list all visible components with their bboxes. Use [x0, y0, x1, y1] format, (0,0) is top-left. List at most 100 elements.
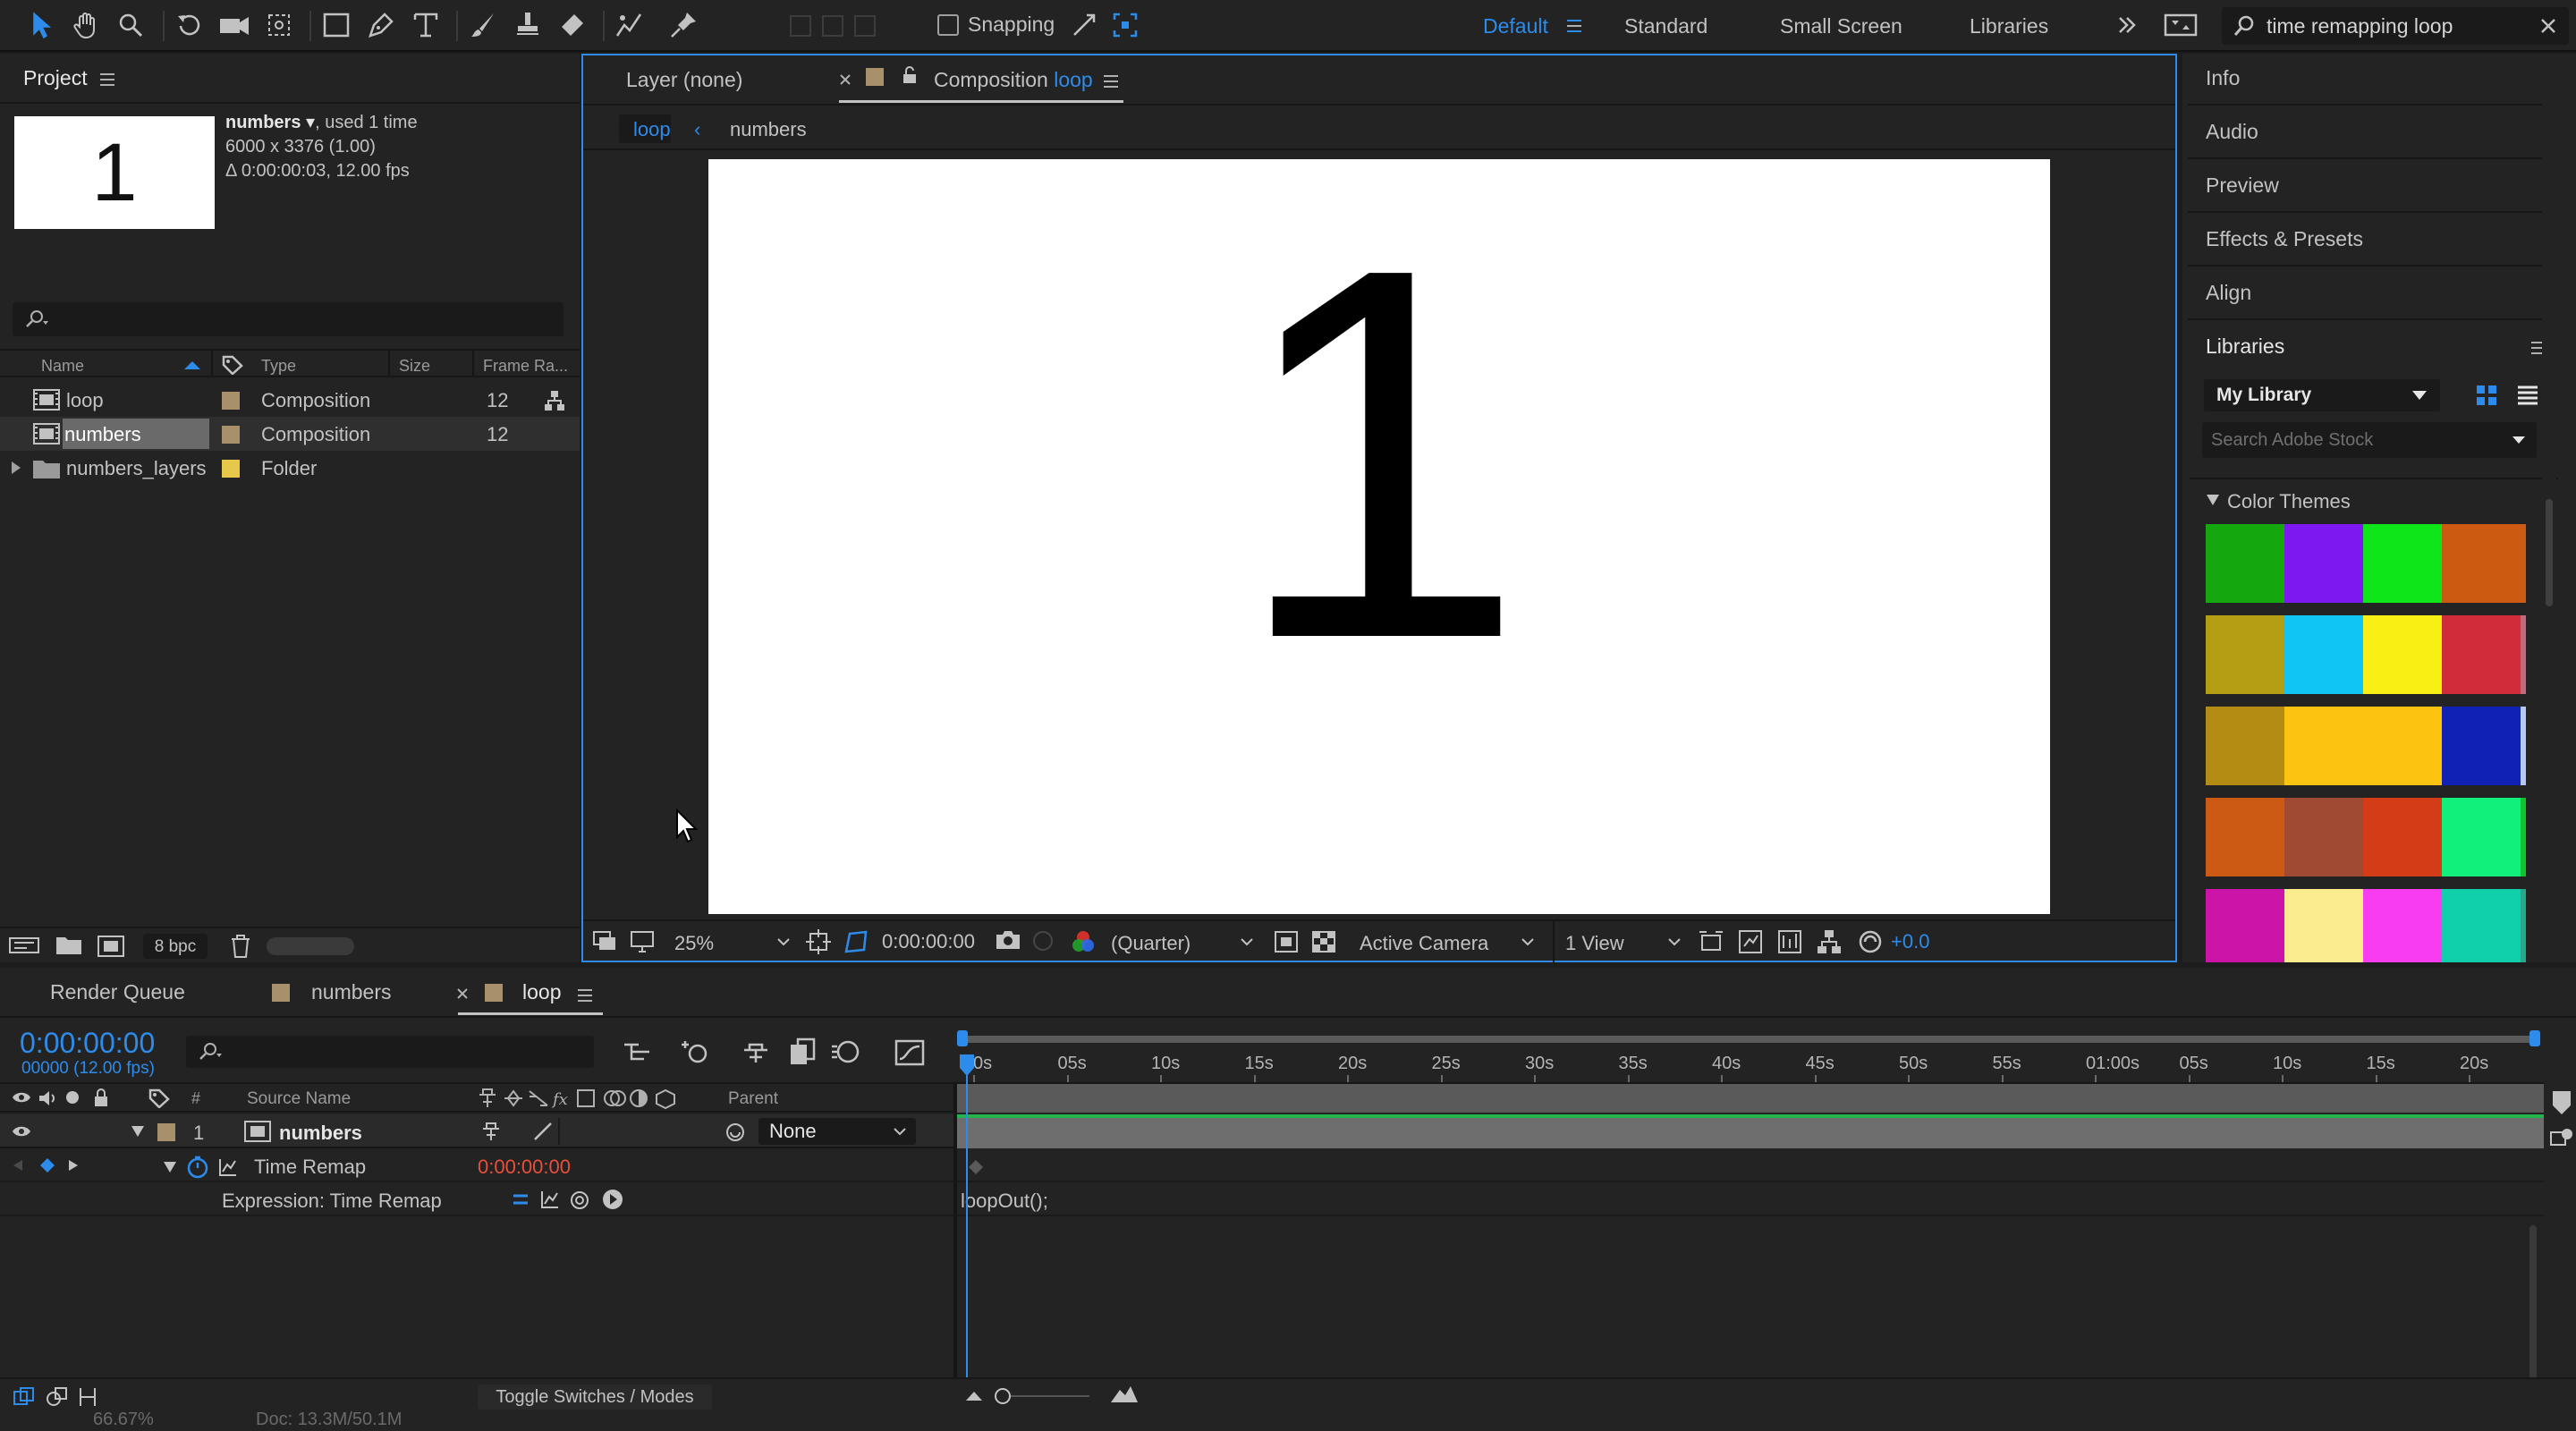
timeline-current-time[interactable]: 0:00:00:00 [20, 1027, 155, 1060]
color-theme-swatch[interactable] [2206, 889, 2284, 962]
puppet-pin-tool-icon[interactable] [665, 7, 701, 43]
collapse-arrow-icon[interactable] [2206, 494, 2220, 506]
prev-keyframe-icon[interactable] [13, 1159, 23, 1172]
parent-dropdown[interactable]: None [758, 1118, 916, 1145]
help-search-box[interactable]: time remapping loop [2222, 7, 2569, 45]
current-time-display[interactable]: 0:00:00:00 [882, 930, 975, 953]
label-color-swatch[interactable] [222, 460, 240, 478]
fit-frame-icon[interactable] [805, 928, 832, 955]
label-tag-icon[interactable] [148, 1088, 170, 1108]
toggle-pixel-aspect-icon[interactable] [1698, 928, 1724, 955]
trash-icon[interactable] [229, 934, 252, 959]
clear-search-icon[interactable] [2540, 18, 2556, 34]
lock-icon[interactable] [93, 1088, 109, 1107]
project-tab[interactable]: Project [23, 66, 88, 90]
resolution-dropdown[interactable]: (Quarter) [1106, 928, 1263, 957]
type-tool-icon[interactable] [408, 7, 444, 43]
layer-row-numbers[interactable]: 1 numbers None [0, 1114, 953, 1148]
color-theme-swatch[interactable] [2284, 524, 2363, 603]
expression-language-menu-icon[interactable] [601, 1188, 624, 1211]
view-layout-dropdown[interactable]: 1 View [1560, 928, 1687, 957]
zoom-slider-thumb[interactable] [995, 1388, 1011, 1404]
color-theme-swatch[interactable] [2442, 615, 2521, 694]
zoom-in-mountain-icon[interactable] [1109, 1384, 1140, 1404]
graph-editor-icon[interactable] [894, 1037, 925, 1066]
search-input[interactable]: time remapping loop [2267, 14, 2540, 38]
preview-panel-header[interactable]: Preview [2206, 174, 2279, 198]
camera-tool-icon[interactable] [216, 7, 252, 43]
transfer-controls-toggle-icon[interactable] [45, 1386, 68, 1408]
exposure-value[interactable]: +0.0 [1891, 930, 1929, 953]
libraries-panel-header[interactable]: Libraries [2206, 334, 2284, 359]
col-parent[interactable]: Parent [728, 1089, 778, 1109]
composition-canvas[interactable]: 1 [708, 159, 2050, 914]
layer-name[interactable]: numbers [279, 1122, 362, 1145]
fast-previews-icon[interactable] [1737, 928, 1764, 955]
color-theme-swatch[interactable] [2284, 615, 2363, 694]
right-scrollbar[interactable] [2542, 54, 2556, 962]
close-tab-icon[interactable] [839, 73, 852, 86]
timeline-search-input[interactable] [186, 1036, 594, 1068]
playhead-head-icon[interactable] [959, 1054, 975, 1077]
snap-targets-icon[interactable] [1107, 7, 1143, 43]
pan-behind-tool-icon[interactable] [261, 7, 297, 43]
motion-blur-icon[interactable] [830, 1037, 860, 1066]
color-theme-swatch[interactable] [2521, 524, 2526, 603]
always-preview-icon[interactable] [592, 930, 617, 953]
in-out-toggle-icon[interactable] [77, 1386, 98, 1408]
audio-speaker-icon[interactable] [38, 1089, 59, 1107]
color-theme-swatch[interactable] [2363, 615, 2442, 694]
video-eye-icon[interactable] [11, 1123, 32, 1139]
mask-visibility-icon[interactable] [843, 928, 869, 955]
new-folder-icon[interactable] [55, 936, 82, 955]
rotation-tool-icon[interactable] [172, 7, 208, 43]
color-theme-swatch[interactable] [2363, 707, 2442, 785]
col-name[interactable]: Name [41, 357, 84, 376]
color-theme-swatch[interactable] [2363, 889, 2442, 962]
quality-switch-icon[interactable] [533, 1122, 553, 1141]
label-color-swatch[interactable] [157, 1123, 175, 1141]
comp-button-icon[interactable] [2551, 1089, 2572, 1116]
pen-tool-icon[interactable] [363, 7, 399, 43]
project-item-numbers-layers[interactable]: numbers_layers Folder [0, 451, 580, 485]
color-theme-swatch[interactable] [2521, 707, 2526, 785]
color-theme-swatch[interactable] [2206, 707, 2284, 785]
property-row-time-remap[interactable]: Time Remap 0:00:00:00 [0, 1150, 953, 1182]
color-themes-label[interactable]: Color Themes [2227, 490, 2351, 513]
snapping-toggle[interactable]: Snapping [937, 13, 1055, 37]
breadcrumb-numbers[interactable]: numbers [730, 118, 807, 141]
work-area-bar[interactable] [957, 1082, 2544, 1113]
info-panel-header[interactable]: Info [2206, 66, 2240, 90]
shy-layers-icon[interactable] [741, 1039, 771, 1066]
color-theme-swatch[interactable] [2363, 524, 2442, 603]
workspace-small-screen[interactable]: Small Screen [1780, 14, 1902, 38]
color-theme-swatch[interactable] [2442, 524, 2521, 603]
comp-mini-flowchart-icon[interactable] [623, 1039, 653, 1066]
color-theme-swatch[interactable] [2521, 615, 2526, 694]
transparency-grid-icon[interactable] [1311, 930, 1336, 953]
playhead-line[interactable] [966, 1057, 968, 1431]
workspace-default[interactable]: Default [1483, 14, 1548, 38]
eraser-tool-icon[interactable] [555, 7, 590, 43]
expression-text[interactable]: loopOut(); [961, 1190, 1048, 1213]
property-row-expression[interactable]: Expression: Time Remap [0, 1184, 953, 1216]
interpret-footage-icon[interactable] [9, 936, 39, 955]
library-dropdown[interactable]: My Library [2204, 379, 2440, 411]
color-theme-swatch[interactable] [2284, 798, 2363, 876]
color-theme-swatch[interactable] [2521, 889, 2526, 962]
timeline-icon[interactable] [1776, 928, 1803, 955]
col-type[interactable]: Type [261, 357, 296, 376]
col-frame-rate[interactable]: Frame Ra... [483, 357, 568, 376]
toggle-switches-modes-button[interactable]: Toggle Switches / Modes [478, 1384, 712, 1410]
brush-tool-icon[interactable] [465, 7, 501, 43]
col-size[interactable]: Size [399, 357, 430, 376]
graph-icon[interactable] [218, 1157, 238, 1177]
next-keyframe-icon[interactable] [68, 1159, 79, 1172]
grid-view-icon[interactable] [2476, 385, 2497, 406]
frame-blending-icon[interactable] [789, 1037, 816, 1066]
hand-tool-icon[interactable] [68, 7, 104, 43]
expand-arrow-icon[interactable] [163, 1161, 177, 1173]
effects-presets-panel-header[interactable]: Effects & Presets [2206, 227, 2363, 251]
rectangle-tool-icon[interactable] [318, 7, 354, 43]
roto-brush-tool-icon[interactable] [612, 7, 648, 43]
